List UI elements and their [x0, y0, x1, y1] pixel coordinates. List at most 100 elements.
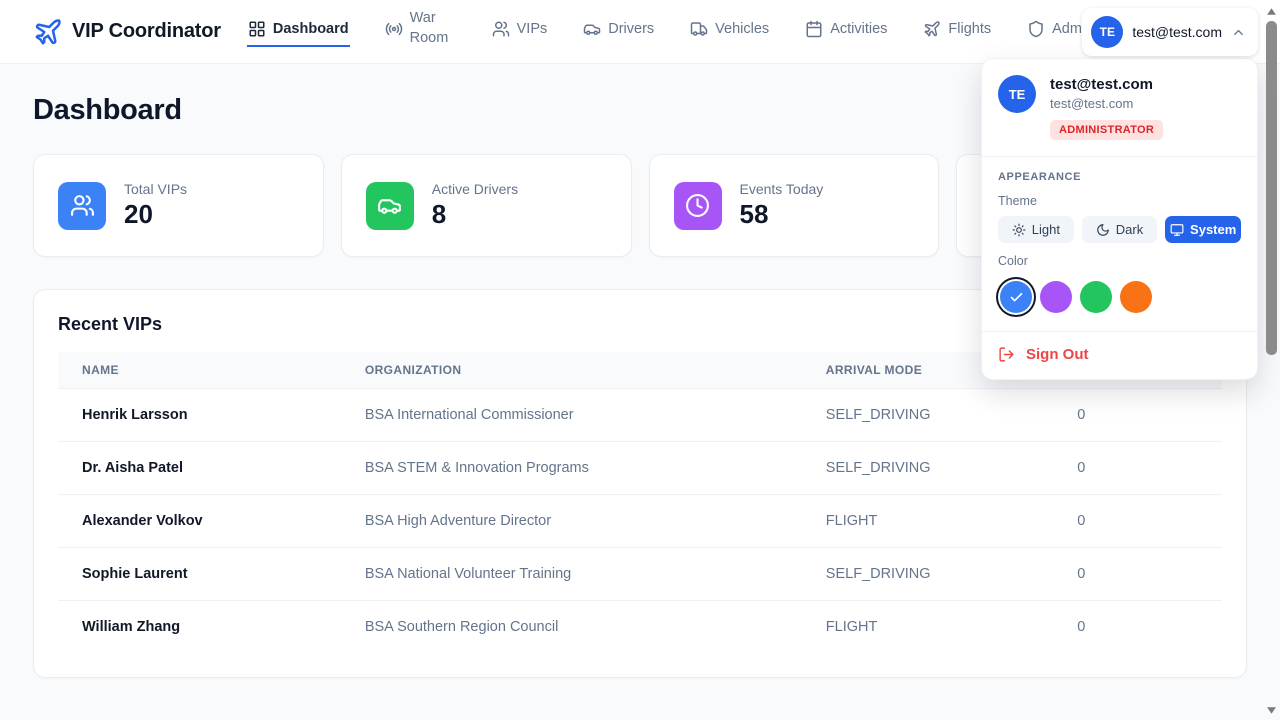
table-row[interactable]: William ZhangBSA Southern Region Council… [58, 601, 1222, 654]
scrollbar-thumb[interactable] [1266, 21, 1277, 355]
theme-button-label: Light [1032, 222, 1060, 237]
nav-item-label: War Room [410, 9, 456, 47]
sign-out-button[interactable]: Sign Out [982, 332, 1257, 379]
vip-arrival-mode: SELF_DRIVING [802, 389, 1053, 442]
menu-profile: TE test@test.com test@test.com ADMINISTR… [982, 59, 1257, 156]
vip-name: William Zhang [58, 601, 341, 654]
nav-item-label: Activities [830, 21, 887, 37]
brand-name: VIP Coordinator [72, 20, 221, 43]
color-option-green[interactable] [1080, 281, 1112, 313]
nav-item-vips[interactable]: VIPs [491, 17, 549, 47]
calendar-icon [805, 20, 823, 38]
vip-name: Sophie Laurent [58, 548, 341, 601]
vip-name: Henrik Larsson [58, 389, 341, 442]
vip-organization: BSA International Commissioner [341, 389, 802, 442]
vip-name: Dr. Aisha Patel [58, 442, 341, 495]
stat-label: Total VIPs [124, 181, 187, 197]
column-header: NAME [58, 352, 341, 389]
vip-organization: BSA STEM & Innovation Programs [341, 442, 802, 495]
vip-events-count: 0 [1053, 389, 1222, 442]
user-email: test@test.com [1132, 24, 1222, 40]
avatar: TE [1091, 16, 1123, 48]
stat-value: 20 [124, 199, 187, 230]
car-icon [583, 20, 601, 38]
stat-card-active-drivers: Active Drivers 8 [341, 154, 632, 257]
vip-events-count: 0 [1053, 601, 1222, 654]
appearance-heading: APPEARANCE [998, 171, 1241, 183]
stat-icon [58, 182, 106, 230]
plane-logo-icon [33, 17, 63, 47]
menu-email-primary: test@test.com [1050, 76, 1163, 93]
stat-icon [366, 182, 414, 230]
theme-button-label: System [1190, 222, 1236, 237]
theme-button-label: Dark [1116, 222, 1143, 237]
color-options [998, 277, 1241, 315]
menu-profile-text: test@test.com test@test.com ADMINISTRATO… [1050, 75, 1163, 140]
truck-icon [690, 20, 708, 38]
table-row[interactable]: Dr. Aisha PatelBSA STEM & Innovation Pro… [58, 442, 1222, 495]
color-label: Color [998, 254, 1241, 268]
main-nav: Dashboard War Room VIPs Drivers Vehicles Acti… [247, 6, 1094, 56]
vip-events-count: 0 [1053, 495, 1222, 548]
vip-name: Alexander Volkov [58, 495, 341, 548]
theme-options: Light Dark System [998, 216, 1241, 243]
vip-events-count: 0 [1053, 548, 1222, 601]
table-body: Henrik LarssonBSA International Commissi… [58, 389, 1222, 654]
vip-organization: BSA National Volunteer Training [341, 548, 802, 601]
theme-button-dark[interactable]: Dark [1082, 216, 1158, 243]
theme-button-system[interactable]: System [1165, 216, 1241, 243]
scroll-down-arrow-icon[interactable] [1266, 705, 1277, 716]
nav-item-label: Vehicles [715, 21, 769, 37]
chevron-up-icon [1231, 25, 1246, 40]
nav-item-flights[interactable]: Flights [922, 17, 992, 47]
stat-card-events-today: Events Today 58 [649, 154, 940, 257]
theme-button-light[interactable]: Light [998, 216, 1074, 243]
vip-arrival-mode: FLIGHT [802, 601, 1053, 654]
table-row[interactable]: Henrik LarssonBSA International Commissi… [58, 389, 1222, 442]
appearance-section: APPEARANCE Theme Light Dark System Color [982, 157, 1257, 331]
table-row[interactable]: Alexander VolkovBSA High Adventure Direc… [58, 495, 1222, 548]
nav-item-war-room[interactable]: War Room [384, 6, 457, 56]
user-dropdown-menu: TE test@test.com test@test.com ADMINISTR… [981, 58, 1258, 380]
stat-value: 8 [432, 199, 518, 230]
users-icon [70, 193, 95, 218]
theme-label: Theme [998, 194, 1241, 208]
stat-card-total-vips: Total VIPs 20 [33, 154, 324, 257]
plane-icon [923, 20, 941, 38]
stat-icon [674, 182, 722, 230]
table-row[interactable]: Sophie LaurentBSA National Volunteer Tra… [58, 548, 1222, 601]
sign-out-label: Sign Out [1026, 346, 1089, 363]
color-option-purple[interactable] [1040, 281, 1072, 313]
log-out-icon [998, 346, 1015, 363]
nav-item-activities[interactable]: Activities [804, 17, 888, 47]
chevron-up-icon [1231, 25, 1246, 40]
users-icon [492, 20, 510, 38]
user-menu-button[interactable]: TE test@test.com [1082, 8, 1258, 56]
nav-item-label: Drivers [608, 21, 654, 37]
log-out-icon [998, 346, 1015, 363]
nav-item-vehicles[interactable]: Vehicles [689, 17, 770, 47]
vip-arrival-mode: SELF_DRIVING [802, 548, 1053, 601]
moon-icon [1096, 223, 1110, 237]
nav-item-drivers[interactable]: Drivers [582, 17, 655, 47]
nav-item-label: VIPs [517, 21, 548, 37]
car-icon [377, 193, 402, 218]
vip-events-count: 0 [1053, 442, 1222, 495]
vip-organization: BSA High Adventure Director [341, 495, 802, 548]
menu-email-secondary: test@test.com [1050, 96, 1163, 111]
stat-text: Active Drivers 8 [432, 181, 518, 230]
stat-label: Events Today [740, 181, 824, 197]
vip-organization: BSA Southern Region Council [341, 601, 802, 654]
color-option-orange[interactable] [1120, 281, 1152, 313]
recent-vips-table: NAMEORGANIZATIONARRIVAL MODEEVENTS Henri… [58, 352, 1222, 653]
stat-value: 58 [740, 199, 824, 230]
nav-item-dashboard[interactable]: Dashboard [247, 17, 350, 47]
role-badge: ADMINISTRATOR [1050, 120, 1163, 140]
vertical-scrollbar[interactable] [1263, 0, 1280, 720]
avatar: TE [998, 75, 1036, 113]
stat-label: Active Drivers [432, 181, 518, 197]
vip-arrival-mode: FLIGHT [802, 495, 1053, 548]
color-option-blue[interactable] [1000, 281, 1032, 313]
layout-grid-icon [248, 20, 266, 38]
scroll-up-arrow-icon[interactable] [1266, 6, 1277, 17]
